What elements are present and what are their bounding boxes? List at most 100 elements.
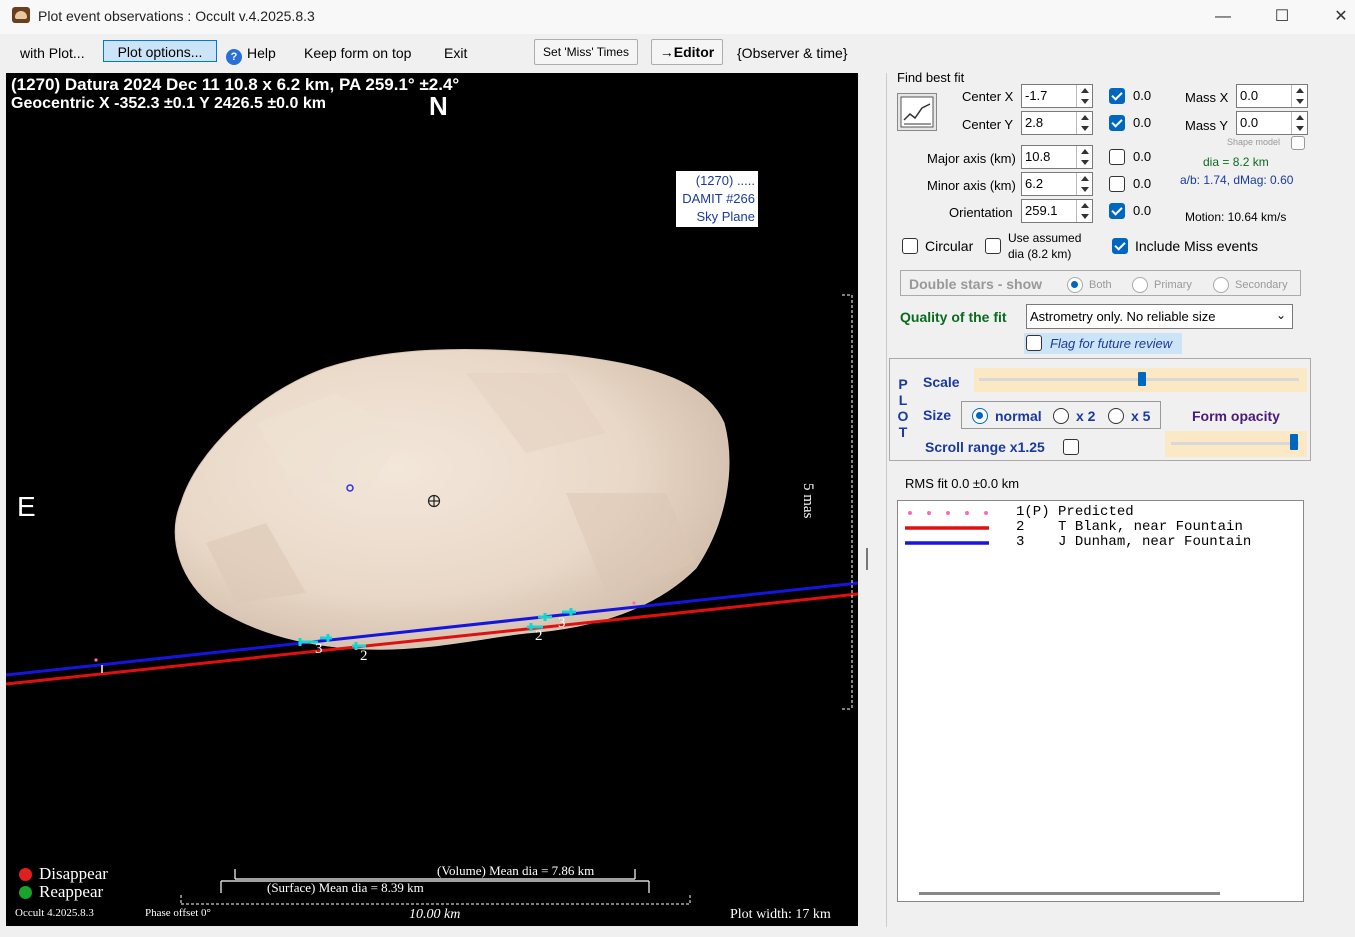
circular-checkbox[interactable] <box>902 238 918 254</box>
center-y-input[interactable]: 2.8 <box>1021 111 1093 135</box>
minimize-button[interactable]: — <box>1208 6 1238 28</box>
include-miss-checkbox[interactable] <box>1112 238 1128 254</box>
help-icon: ? <box>226 49 242 65</box>
menu-help[interactable]: ? Help <box>220 42 282 65</box>
center-y-fix-checkbox[interactable] <box>1109 115 1125 131</box>
plot-letter-o: O <box>897 408 909 424</box>
legend-num: 2 <box>1016 519 1025 535</box>
plot-letter-l: L <box>898 392 908 408</box>
menu-exit[interactable]: Exit <box>438 42 473 64</box>
title-bar: Plot event observations : Occult v.4.202… <box>0 0 1355 34</box>
size-x5-label: x 5 <box>1131 408 1151 424</box>
shape-model-label: Shape model <box>1227 137 1281 147</box>
form-opacity-slider[interactable] <box>1165 431 1307 457</box>
orientation-fix-value: 0.0 <box>1133 203 1152 218</box>
chevron-down-icon: ⌄ <box>1275 308 1286 322</box>
plot-vertical-label: P L O T <box>897 376 909 440</box>
double-stars-both-label: Both <box>1089 279 1112 291</box>
orientation-input[interactable]: 259.1 <box>1021 199 1093 223</box>
double-stars-secondary-label: Secondary <box>1235 279 1288 291</box>
find-best-fit-button[interactable] <box>897 93 937 131</box>
center-x-fix-value: 0.0 <box>1133 88 1152 103</box>
menu-with-plot[interactable]: with Plot... <box>14 42 91 64</box>
quality-select-value: Astrometry only. No reliable size <box>1030 309 1216 324</box>
mass-y-input[interactable]: 0.0 <box>1236 111 1308 135</box>
menu-observer-time[interactable]: {Observer & time} <box>731 42 854 64</box>
maximize-button[interactable]: ☐ <box>1267 6 1297 28</box>
opacity-slider-thumb[interactable] <box>1289 434 1298 450</box>
use-assumed-checkbox[interactable] <box>985 238 1001 254</box>
predicted-dot <box>94 658 98 662</box>
major-axis-fix-checkbox[interactable] <box>1109 149 1125 165</box>
close-button[interactable]: ✕ <box>1326 6 1355 28</box>
flag-review-label: Flag for future review <box>1050 336 1173 351</box>
rms-fit-readout: RMS fit 0.0 ±0.0 km <box>905 476 1020 491</box>
disappear-dot <box>19 868 32 881</box>
minor-axis-value: 6.2 <box>1025 176 1044 191</box>
legend-name: J Dunham, near Fountain <box>1058 534 1252 550</box>
mass-y-spinner[interactable] <box>1291 112 1307 134</box>
size-label: Size <box>923 407 952 423</box>
volume-dia-label: (Volume) Mean dia = 7.86 km <box>437 863 595 878</box>
major-axis-spinner[interactable] <box>1076 146 1092 168</box>
minor-axis-label: Minor axis (km) <box>927 178 1016 193</box>
scroll-range-checkbox[interactable] <box>1063 439 1079 455</box>
app-logo-icon <box>12 7 30 23</box>
reappear-label: Reappear <box>39 882 104 901</box>
size-normal-radio[interactable] <box>972 408 988 424</box>
shape-model-checkbox[interactable] <box>1291 136 1305 150</box>
major-axis-input[interactable]: 10.8 <box>1021 145 1093 169</box>
orientation-fix-checkbox[interactable] <box>1109 203 1125 219</box>
mass-x-spinner[interactable] <box>1291 85 1307 107</box>
observer-legend-list[interactable]: 1(P) Predicted 2 T Blank, near Fountain … <box>897 500 1304 902</box>
size-x2-label: x 2 <box>1076 408 1096 424</box>
double-stars-secondary-radio[interactable] <box>1213 277 1229 293</box>
use-assumed-label-2: dia (8.2 km) <box>1008 247 1072 261</box>
legend-horizontal-scrollbar[interactable] <box>919 892 1220 895</box>
double-stars-label: Double stars - show <box>909 276 1043 292</box>
legend-swatches <box>905 511 989 545</box>
plot-width-label: Plot width: 17 km <box>730 907 831 922</box>
plot-letter-t: T <box>898 424 908 440</box>
minor-axis-input[interactable]: 6.2 <box>1021 172 1093 196</box>
mass-x-label: Mass X <box>1185 90 1229 105</box>
center-y-fix-value: 0.0 <box>1133 115 1152 130</box>
double-stars-primary-label: Primary <box>1154 279 1192 291</box>
reappear-dot <box>19 886 32 899</box>
center-x-fix-checkbox[interactable] <box>1109 88 1125 104</box>
scale-slider[interactable] <box>974 368 1307 392</box>
double-stars-primary-radio[interactable] <box>1132 277 1148 293</box>
flag-review-checkbox[interactable] <box>1026 335 1042 351</box>
mass-x-value: 0.0 <box>1240 88 1259 103</box>
quality-select[interactable]: Astrometry only. No reliable size ⌄ <box>1026 304 1293 329</box>
motion-readout: Motion: 10.64 km/s <box>1185 210 1287 224</box>
mass-y-value: 0.0 <box>1240 115 1259 130</box>
editor-button[interactable]: →Editor <box>651 39 723 65</box>
center-x-spinner[interactable] <box>1076 85 1092 107</box>
menu-plot-options[interactable]: Plot options... <box>103 40 217 62</box>
center-x-input[interactable]: -1.7 <box>1021 84 1093 108</box>
orientation-spinner[interactable] <box>1076 200 1092 222</box>
major-axis-fix-value: 0.0 <box>1133 149 1152 164</box>
center-x-value: -1.7 <box>1025 88 1048 103</box>
menu-keep-on-top[interactable]: Keep form on top <box>298 42 417 64</box>
splitter-handle[interactable] <box>866 548 868 570</box>
double-stars-both-radio[interactable] <box>1067 277 1083 293</box>
menu-bar: with Plot... Plot options... ? Help Keep … <box>0 36 1355 70</box>
center-y-value: 2.8 <box>1025 115 1044 130</box>
size-x2-radio[interactable] <box>1053 408 1069 424</box>
set-miss-times-button[interactable]: Set 'Miss' Times <box>534 39 638 65</box>
km-scale-label: 10.00 km <box>409 907 461 922</box>
mass-x-input[interactable]: 0.0 <box>1236 84 1308 108</box>
scale-slider-thumb[interactable] <box>1137 372 1146 386</box>
size-x5-radio[interactable] <box>1108 408 1124 424</box>
minor-axis-fix-checkbox[interactable] <box>1109 176 1125 192</box>
plot-canvas[interactable]: (1270) Datura 2024 Dec 11 10.8 x 6.2 km,… <box>6 73 858 926</box>
major-axis-label: Major axis (km) <box>927 151 1016 166</box>
quality-label: Quality of the fit <box>900 309 1007 325</box>
mass-y-label: Mass Y <box>1185 118 1229 133</box>
form-opacity-label: Form opacity <box>1192 408 1280 424</box>
minor-axis-spinner[interactable] <box>1076 173 1092 195</box>
major-axis-value: 10.8 <box>1025 149 1051 164</box>
center-y-spinner[interactable] <box>1076 112 1092 134</box>
